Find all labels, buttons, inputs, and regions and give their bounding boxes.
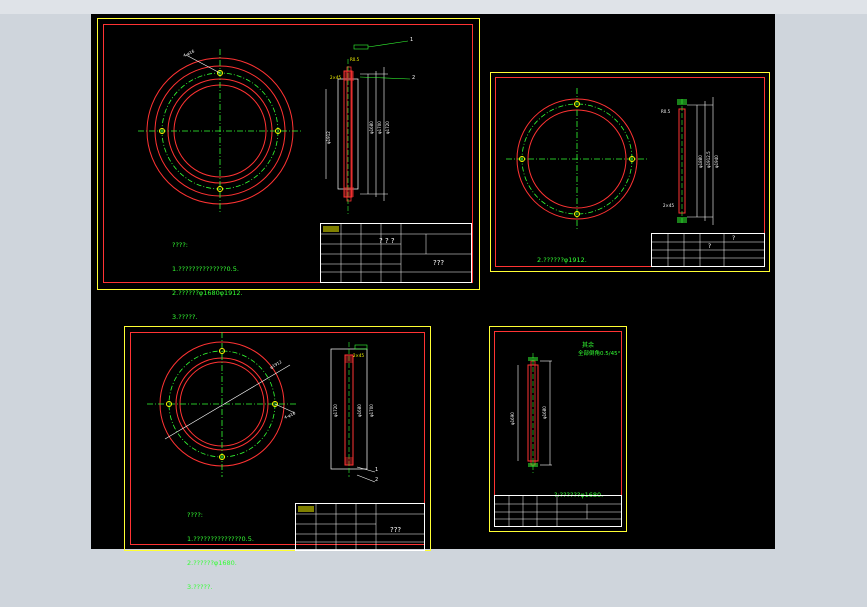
svg-text:4-φ16: 4-φ16 — [283, 410, 296, 420]
sheet-1-tech-notes: ????: 1.??????????????0.5. 2.??????φ1680… — [172, 225, 243, 337]
callout-label-2: 2 — [375, 477, 379, 483]
svg-text:2×45: 2×45 — [353, 353, 364, 358]
sheet-1-front-view: 4-φ16 — [138, 48, 303, 214]
svg-text:φ1680: φ1680 — [542, 406, 547, 419]
callout-label-2: 2 — [412, 75, 416, 81]
sheet-3-section-view: φ1720 φ1680 φ1700 2×45 — [330, 342, 376, 483]
chamfer-note: 全部倒角0.5/45° — [578, 351, 621, 357]
svg-text:φ1912.5: φ1912.5 — [706, 151, 711, 168]
sheet-1-section-view: φ1912 φ1680 φ1700 φ1720 R0.5 2×45 — [325, 40, 411, 214]
svg-text:2×45: 2×45 — [330, 75, 341, 80]
sheet-2-tech-notes: 2.??????φ1912. — [537, 240, 587, 280]
svg-text:φ1700: φ1700 — [369, 404, 374, 417]
note-line: 2.??????φ1680φ1912. — [172, 289, 243, 297]
svg-text:φ1700: φ1700 — [377, 121, 382, 134]
svg-text:φ1940: φ1940 — [714, 155, 719, 168]
note-line: 3.?????. — [187, 583, 213, 591]
svg-text:φ1680: φ1680 — [357, 404, 362, 417]
drawing-sheet-4: φ1690 φ1680 其余 全部倒角0.5/45° ?:??????φ1680… — [489, 326, 627, 532]
note-line: ????: — [172, 241, 188, 249]
svg-text:φ1680: φ1680 — [369, 121, 374, 134]
sheet-3-front-view: φ1912 4-φ16 — [147, 332, 297, 477]
drawing-sheet-3: φ1912 4-φ16 φ1720 φ1680 φ1700 2×45 1 2 ?… — [124, 326, 431, 591]
sheet-3-tech-notes: ????: 1.??????????????0.5. 2.??????φ1680… — [187, 495, 254, 607]
title-block-name: ? ? ? — [379, 237, 395, 245]
sheet-2-front-view — [506, 88, 649, 231]
note-line: 2.??????φ1680. — [187, 559, 237, 567]
sheet-2-section-view: φ1880 φ1912.5 φ1940 R0.5 2×45 — [661, 97, 719, 225]
svg-text:2×45: 2×45 — [663, 203, 674, 208]
title-block-org: ??? — [433, 259, 445, 267]
sheet-1-title-block: ? ? ? ??? — [320, 223, 472, 283]
svg-text:φ1720: φ1720 — [333, 404, 338, 417]
title-block-org: ??? — [390, 526, 402, 534]
svg-text:φ1880: φ1880 — [698, 155, 703, 168]
note-line: 3.?????. — [172, 313, 198, 321]
sheet-3-title-block: ??? — [295, 503, 425, 551]
note-line: 1.??????????????0.5. — [172, 265, 239, 273]
viewer-top-bar — [0, 0, 867, 14]
cad-drawing-canvas[interactable]: 4-φ16 φ1912 φ1680 φ1700 φ1720 R0.5 2×45 … — [91, 14, 775, 591]
title-block-name: ? — [708, 243, 712, 250]
callout-label-1: 1 — [375, 467, 379, 473]
note-line: 2.??????φ1912. — [537, 256, 587, 264]
roughness-note: 其余 — [582, 342, 595, 349]
callout-label-1: 1 — [410, 37, 414, 43]
note-line: ????: — [187, 511, 203, 519]
drawing-sheet-2: φ1880 φ1912.5 φ1940 R0.5 2×45 2.??????φ1… — [490, 72, 770, 272]
title-block-org: ? — [732, 235, 736, 242]
svg-text:φ1690: φ1690 — [510, 412, 515, 425]
svg-text:φ1912: φ1912 — [269, 359, 283, 370]
sheet-4-section-view: φ1690 φ1680 — [510, 353, 552, 473]
svg-text:φ1912: φ1912 — [326, 131, 331, 144]
sheet-2-title-block: ? ? — [651, 233, 765, 267]
svg-text:φ1720: φ1720 — [385, 121, 390, 134]
svg-text:R0.5: R0.5 — [350, 57, 360, 62]
note-line: 1.??????????????0.5. — [187, 535, 254, 543]
sheet-4-title-block — [494, 495, 622, 527]
drawing-sheet-1: 4-φ16 φ1912 φ1680 φ1700 φ1720 R0.5 2×45 … — [97, 18, 480, 321]
svg-text:R0.5: R0.5 — [661, 109, 671, 114]
